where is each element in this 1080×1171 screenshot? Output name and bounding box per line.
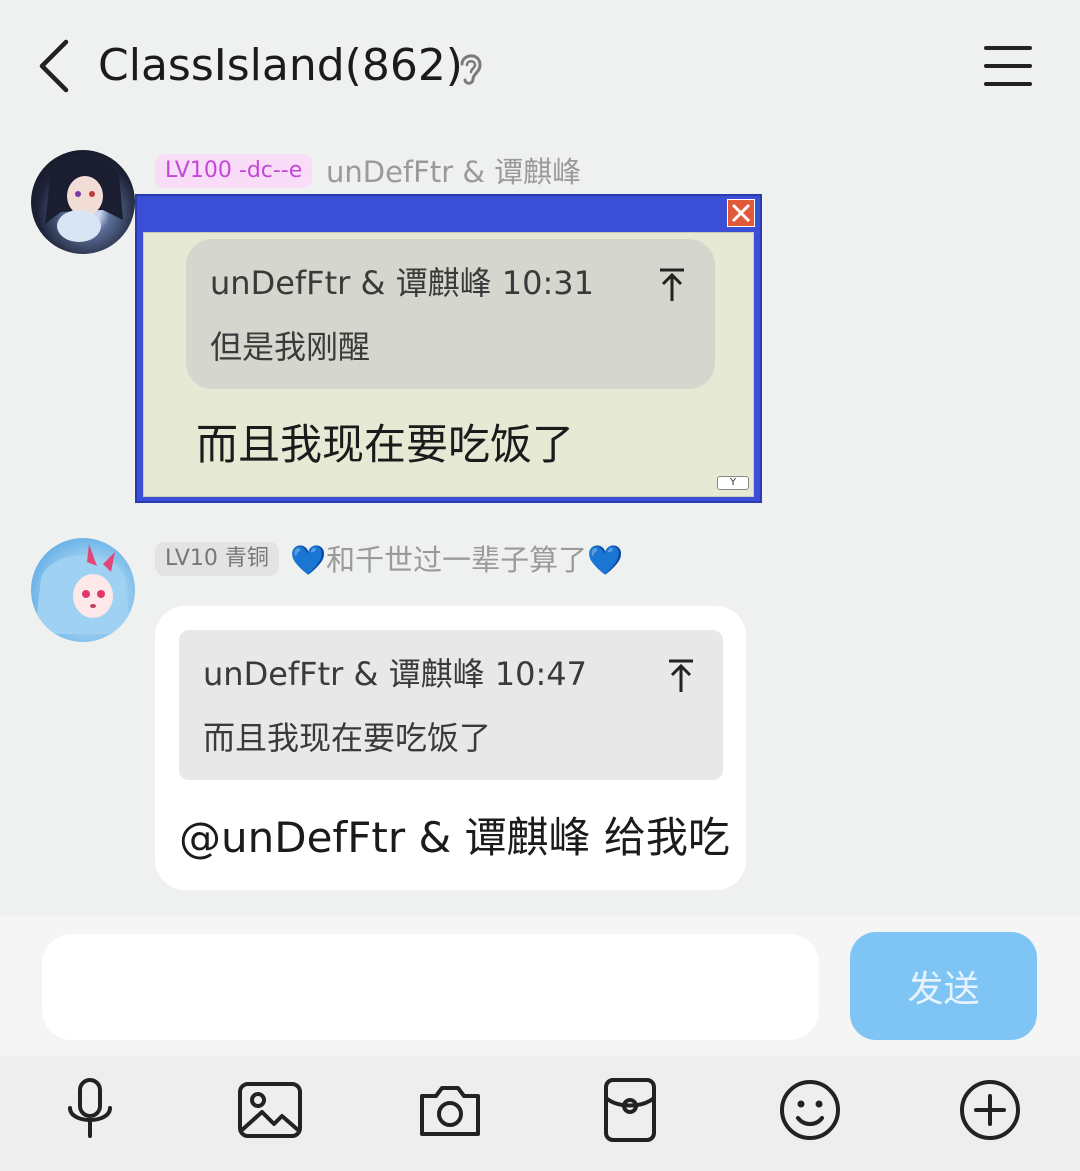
- chat-header: ClassIsland(862): [0, 0, 1080, 130]
- close-icon[interactable]: [727, 199, 755, 227]
- microphone-icon[interactable]: [54, 1074, 126, 1146]
- input-bar: 发送: [0, 916, 1080, 1056]
- avatar-art: [35, 544, 131, 634]
- reply-quote[interactable]: unDefFtr & 谭麒峰 10:31 但是我刚醒: [186, 239, 715, 389]
- window-yes-button[interactable]: Y: [717, 476, 749, 490]
- quote-header: unDefFtr & 谭麒峰 10:31: [210, 264, 594, 302]
- level-badge: LV100 -dc--e: [155, 154, 313, 188]
- avatar-art: [45, 155, 123, 242]
- quote-text: 但是我刚醒: [210, 328, 371, 366]
- avatar[interactable]: [31, 150, 135, 254]
- plus-icon[interactable]: [954, 1074, 1026, 1146]
- sender-name[interactable]: unDefFtr & 谭麒峰: [326, 152, 581, 192]
- message-bubble[interactable]: unDefFtr & 谭麒峰 10:47 而且我现在要吃饭了 @unDefFtr…: [155, 606, 746, 890]
- message-text: 而且我现在要吃饭了: [196, 420, 575, 469]
- message-bubble-window[interactable]: unDefFtr & 谭麒峰 10:31 但是我刚醒 而且我现在要吃饭了 Y: [135, 194, 762, 503]
- message-input[interactable]: [42, 934, 819, 1040]
- jump-to-quote-icon[interactable]: [665, 658, 697, 694]
- reply-quote[interactable]: unDefFtr & 谭麒峰 10:47 而且我现在要吃饭了: [179, 630, 723, 780]
- chat-title[interactable]: ClassIsland(862): [98, 36, 463, 96]
- image-icon[interactable]: [234, 1074, 306, 1146]
- ear-icon[interactable]: [452, 48, 488, 88]
- jump-to-quote-icon[interactable]: [656, 267, 688, 303]
- emoji-icon[interactable]: [774, 1074, 846, 1146]
- message-text: @unDefFtr & 谭麒峰 给我吃: [179, 813, 730, 862]
- quote-header: unDefFtr & 谭麒峰 10:47: [203, 655, 587, 693]
- menu-icon[interactable]: [980, 42, 1036, 90]
- send-button[interactable]: 发送: [850, 932, 1037, 1040]
- quote-text: 而且我现在要吃饭了: [203, 719, 492, 757]
- level-badge: LV10 青铜: [155, 542, 279, 576]
- chevron-left-icon[interactable]: [30, 34, 82, 98]
- camera-icon[interactable]: [414, 1074, 486, 1146]
- sender-name[interactable]: 💙和千世过一辈子算了💙: [290, 540, 623, 580]
- avatar[interactable]: [31, 538, 135, 642]
- window-body: unDefFtr & 谭麒峰 10:31 但是我刚醒 而且我现在要吃饭了 Y: [143, 232, 754, 497]
- red-packet-icon[interactable]: [594, 1074, 666, 1146]
- bottom-toolbar: [0, 1056, 1080, 1171]
